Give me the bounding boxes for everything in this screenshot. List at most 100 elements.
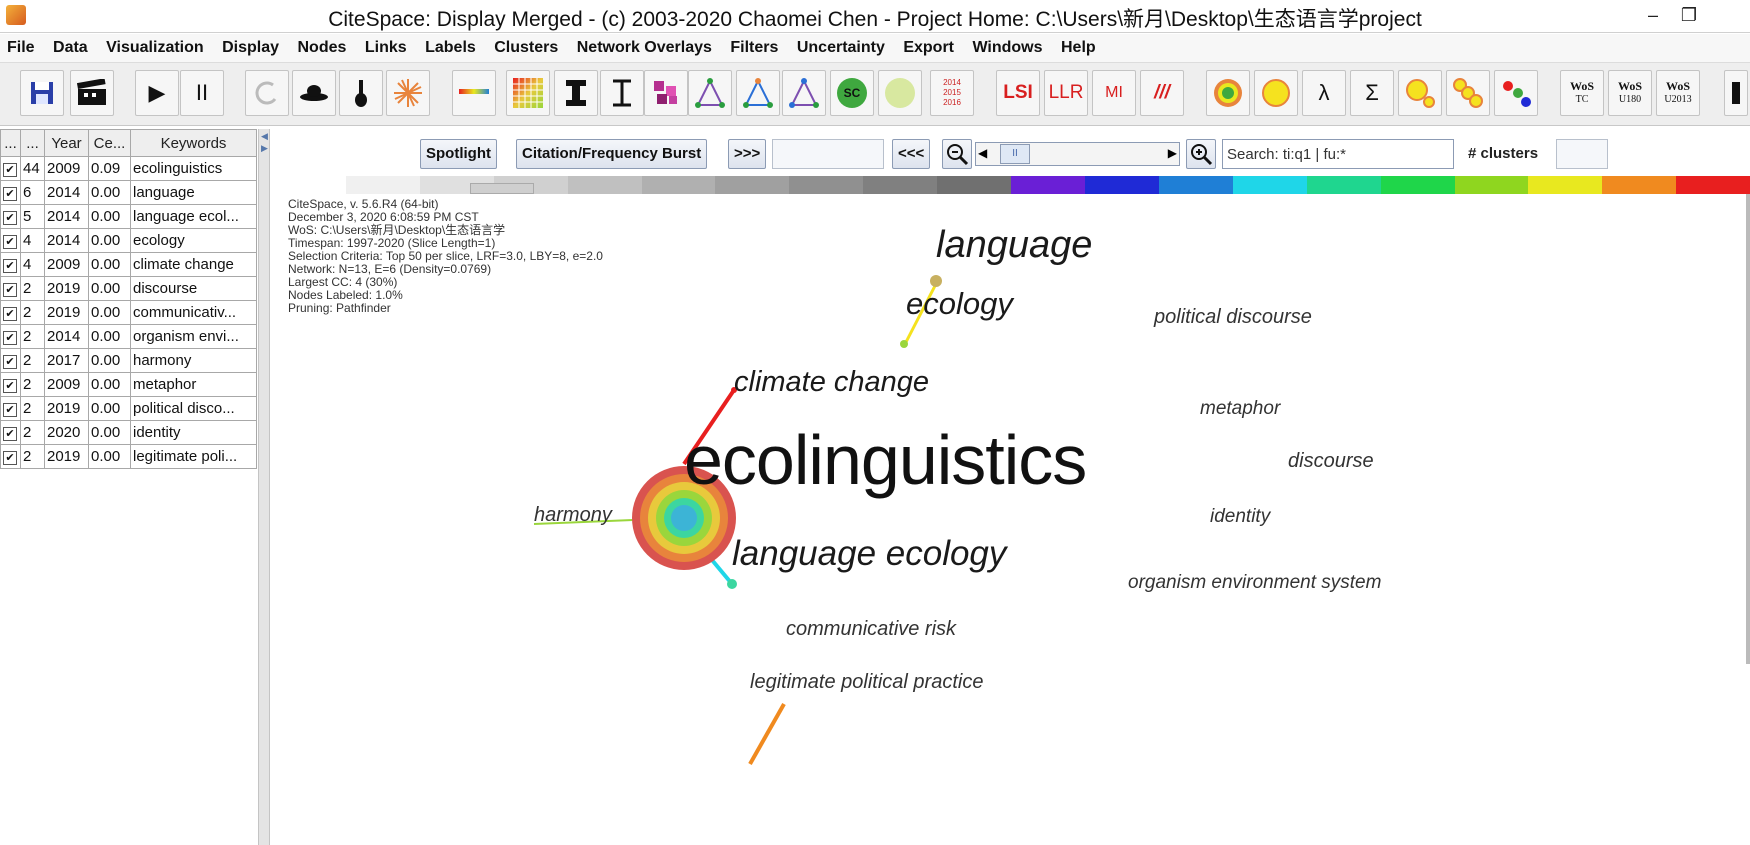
row-checkbox-cell[interactable]: ✔ xyxy=(0,444,21,469)
zoom-in-button[interactable] xyxy=(1186,139,1216,169)
menu-help[interactable]: Help xyxy=(1054,34,1103,62)
line-width-button[interactable] xyxy=(452,70,496,116)
menu-uncertainty[interactable]: Uncertainty xyxy=(790,34,892,62)
chain-button[interactable] xyxy=(1446,70,1490,116)
slashes-button[interactable]: /// xyxy=(1140,70,1184,116)
citation-burst-button[interactable]: Citation/Frequency Burst xyxy=(516,139,708,169)
menu-display[interactable]: Display xyxy=(215,34,286,62)
row-checkbox-cell[interactable]: ✔ xyxy=(0,180,21,205)
wos-tc-button[interactable]: WoS TC xyxy=(1560,70,1604,116)
zoom-out-button[interactable] xyxy=(942,139,972,169)
spotlight-button[interactable]: Spotlight xyxy=(420,139,497,169)
movie-button[interactable] xyxy=(70,70,114,116)
sigma-button[interactable]: Σ xyxy=(1350,70,1394,116)
collapse-left-icon[interactable]: ◀ xyxy=(261,131,268,142)
node-ecology[interactable] xyxy=(900,340,908,348)
label-ecolinguistics[interactable]: ecolinguistics xyxy=(684,420,1087,500)
lambda-button[interactable]: λ xyxy=(1302,70,1346,116)
menu-network-overlays[interactable]: Network Overlays xyxy=(570,34,719,62)
panel-splitter[interactable]: ◀ ▶ xyxy=(258,129,270,845)
menu-file[interactable]: File xyxy=(0,34,42,62)
slice-field[interactable] xyxy=(772,139,884,169)
checkbox-icon[interactable]: ✔ xyxy=(3,163,17,177)
bubble-button[interactable] xyxy=(1398,70,1442,116)
zoom-slider[interactable]: ◀ II ▶ xyxy=(975,142,1180,166)
minimize-button[interactable]: – xyxy=(1636,2,1670,28)
checkbox-icon[interactable]: ✔ xyxy=(3,403,17,417)
table-row[interactable]: ✔ 2 2019 0.00 political disco... xyxy=(0,396,257,421)
sigma-bold-button[interactable] xyxy=(554,70,598,116)
checkbox-icon[interactable]: ✔ xyxy=(3,211,17,225)
label-identity[interactable]: identity xyxy=(1210,506,1270,528)
row-checkbox-cell[interactable]: ✔ xyxy=(0,300,21,325)
menu-filters[interactable]: Filters xyxy=(723,34,785,62)
pause-button[interactable]: II xyxy=(180,70,224,116)
label-legitimate-political-practice[interactable]: legitimate political practice xyxy=(750,671,983,694)
checkbox-icon[interactable]: ✔ xyxy=(3,331,17,345)
label-language[interactable]: language xyxy=(936,224,1092,267)
label-metaphor[interactable]: metaphor xyxy=(1200,398,1280,420)
column-header-centrality[interactable]: Ce... xyxy=(88,129,131,157)
next-button[interactable]: >>> xyxy=(728,139,767,169)
canvas-scrollbar[interactable] xyxy=(1746,194,1750,664)
table-row[interactable]: ✔ 2 2019 0.00 discourse xyxy=(0,276,257,301)
column-header-keywords[interactable]: Keywords xyxy=(130,129,257,157)
row-checkbox-cell[interactable]: ✔ xyxy=(0,252,21,277)
colored-nodes-button[interactable] xyxy=(1494,70,1538,116)
table-row[interactable]: ✔ 5 2014 0.00 language ecol... xyxy=(0,204,257,229)
label-political-discourse[interactable]: political discourse xyxy=(1154,306,1312,329)
previous-button[interactable]: <<< xyxy=(892,139,931,169)
pin-button[interactable] xyxy=(339,70,383,116)
menu-data[interactable]: Data xyxy=(46,34,95,62)
checkbox-icon[interactable]: ✔ xyxy=(3,379,17,393)
checkbox-icon[interactable]: ✔ xyxy=(3,283,17,297)
table-row[interactable]: ✔ 6 2014 0.00 language xyxy=(0,180,257,205)
fade-circle-button[interactable] xyxy=(878,70,922,116)
label-harmony[interactable]: harmony xyxy=(534,504,612,527)
label-discourse[interactable]: discourse xyxy=(1288,450,1374,473)
table-row[interactable]: ✔ 44 2009 0.09 ecolinguistics xyxy=(0,156,257,181)
llr-button[interactable]: LLR xyxy=(1044,70,1088,116)
table-row[interactable]: ✔ 2 2019 0.00 legitimate poli... xyxy=(0,444,257,469)
menu-links[interactable]: Links xyxy=(358,34,414,62)
table-row[interactable]: ✔ 2 2014 0.00 organism envi... xyxy=(0,324,257,349)
layout-button[interactable] xyxy=(292,70,336,116)
row-checkbox-cell[interactable]: ✔ xyxy=(0,156,21,181)
menu-labels[interactable]: Labels xyxy=(418,34,483,62)
label-organism-environment-system[interactable]: organism environment system xyxy=(1128,572,1381,594)
row-checkbox-cell[interactable]: ✔ xyxy=(0,228,21,253)
ring-node-button[interactable] xyxy=(1206,70,1250,116)
slider-thumb[interactable]: II xyxy=(1000,144,1030,164)
table-row[interactable]: ✔ 2 2019 0.00 communicativ... xyxy=(0,300,257,325)
table-row[interactable]: ✔ 2 2009 0.00 metaphor xyxy=(0,372,257,397)
checkbox-icon[interactable]: ✔ xyxy=(3,451,17,465)
row-checkbox-cell[interactable]: ✔ xyxy=(0,348,21,373)
menu-clusters[interactable]: Clusters xyxy=(487,34,565,62)
search-input[interactable] xyxy=(1222,139,1454,169)
maximize-button[interactable]: ❐ xyxy=(1672,2,1706,28)
lsi-button[interactable]: LSI xyxy=(996,70,1040,116)
node-language-ecology[interactable] xyxy=(727,579,737,589)
slider-left-arrow[interactable]: ◀ xyxy=(978,146,987,160)
checkbox-icon[interactable]: ✔ xyxy=(3,427,17,441)
label-communicative-risk[interactable]: communicative risk xyxy=(786,618,956,641)
row-checkbox-cell[interactable]: ✔ xyxy=(0,324,21,349)
row-checkbox-cell[interactable]: ✔ xyxy=(0,276,21,301)
label-ecology[interactable]: ecology xyxy=(906,286,1013,322)
timeline-scrollbar-thumb[interactable] xyxy=(470,183,534,194)
table-row[interactable]: ✔ 4 2014 0.00 ecology xyxy=(0,228,257,253)
wos-u180-button[interactable]: WoS U180 xyxy=(1608,70,1652,116)
row-checkbox-cell[interactable]: ✔ xyxy=(0,204,21,229)
save-button[interactable] xyxy=(20,70,64,116)
refresh-button[interactable] xyxy=(245,70,289,116)
checkbox-icon[interactable]: ✔ xyxy=(3,355,17,369)
table-row[interactable]: ✔ 4 2009 0.00 climate change xyxy=(0,252,257,277)
triangle-c-button[interactable] xyxy=(782,70,826,116)
row-checkbox-cell[interactable]: ✔ xyxy=(0,372,21,397)
expand-right-icon[interactable]: ▶ xyxy=(261,143,268,154)
overflow-button[interactable] xyxy=(1724,70,1748,116)
checkbox-icon[interactable]: ✔ xyxy=(3,307,17,321)
triangle-a-button[interactable] xyxy=(688,70,732,116)
triangle-b-button[interactable] xyxy=(736,70,780,116)
checkbox-icon[interactable]: ✔ xyxy=(3,235,17,249)
